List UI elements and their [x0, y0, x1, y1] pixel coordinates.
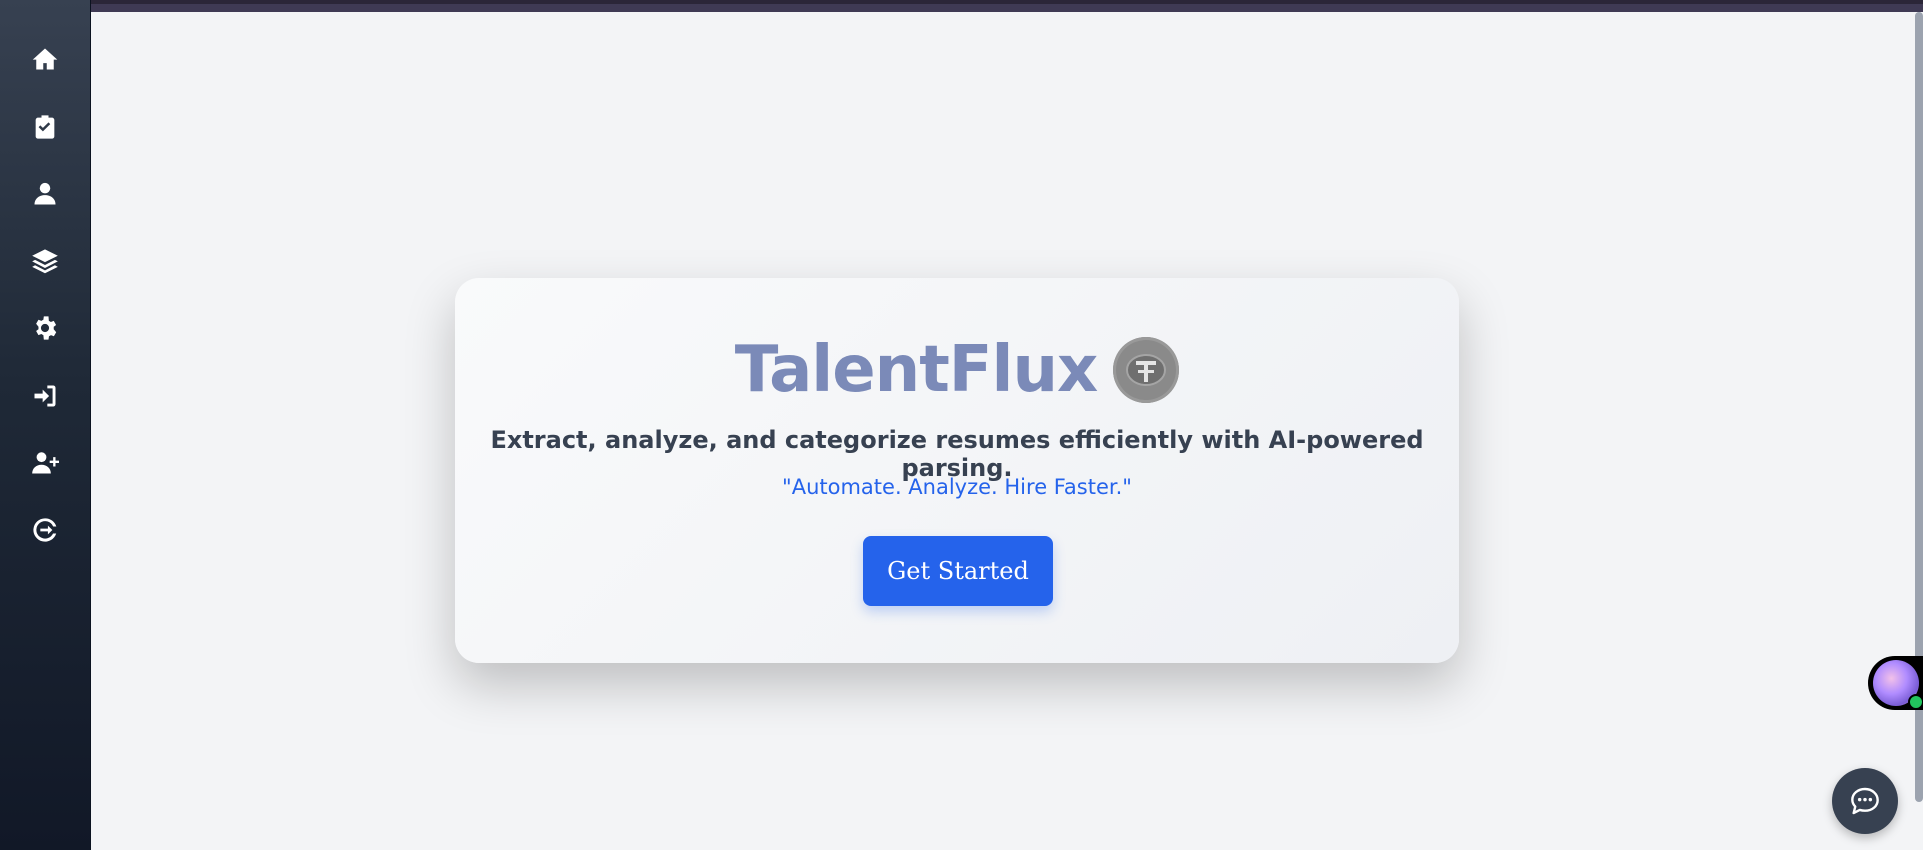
sidebar-item-home[interactable]	[0, 33, 90, 85]
home-icon	[32, 48, 58, 70]
clipboard-check-icon	[35, 115, 55, 139]
user-plus-icon	[32, 452, 59, 474]
chat-bubble-icon	[1851, 787, 1879, 815]
top-bar-accent	[0, 0, 1923, 4]
logo	[1113, 337, 1180, 403]
logo-icon	[1126, 354, 1167, 386]
sidebar-item-profile[interactable]	[0, 168, 90, 220]
sign-in-icon	[34, 385, 56, 407]
chat-button[interactable]	[1832, 768, 1898, 834]
gear-icon	[36, 316, 57, 340]
sidebar-item-layers[interactable]	[0, 235, 90, 287]
sidebar-item-register[interactable]	[0, 437, 90, 489]
sidebar-item-tasks[interactable]	[0, 101, 90, 153]
assistant-avatar-tab[interactable]	[1868, 656, 1923, 710]
user-icon	[34, 182, 56, 205]
hero-subtitle: Extract, analyze, and categorize resumes…	[490, 426, 1424, 482]
sidebar-item-logout[interactable]	[0, 504, 90, 556]
sidebar-item-settings[interactable]	[0, 302, 90, 354]
hero-tagline: "Automate. Analyze. Hire Faster."	[782, 475, 1132, 499]
top-bar	[0, 0, 1923, 12]
title-row: TalentFlux	[455, 330, 1459, 410]
hero-card: TalentFlux Extract, analyze, and categor…	[455, 278, 1459, 663]
get-started-button[interactable]: Get Started	[863, 536, 1053, 606]
online-status-dot	[1908, 694, 1923, 710]
app-title: TalentFlux	[734, 333, 1099, 407]
sidebar-item-login[interactable]	[0, 370, 90, 422]
layers-icon	[32, 249, 58, 274]
logout-icon	[33, 518, 57, 542]
sidebar	[0, 0, 91, 850]
